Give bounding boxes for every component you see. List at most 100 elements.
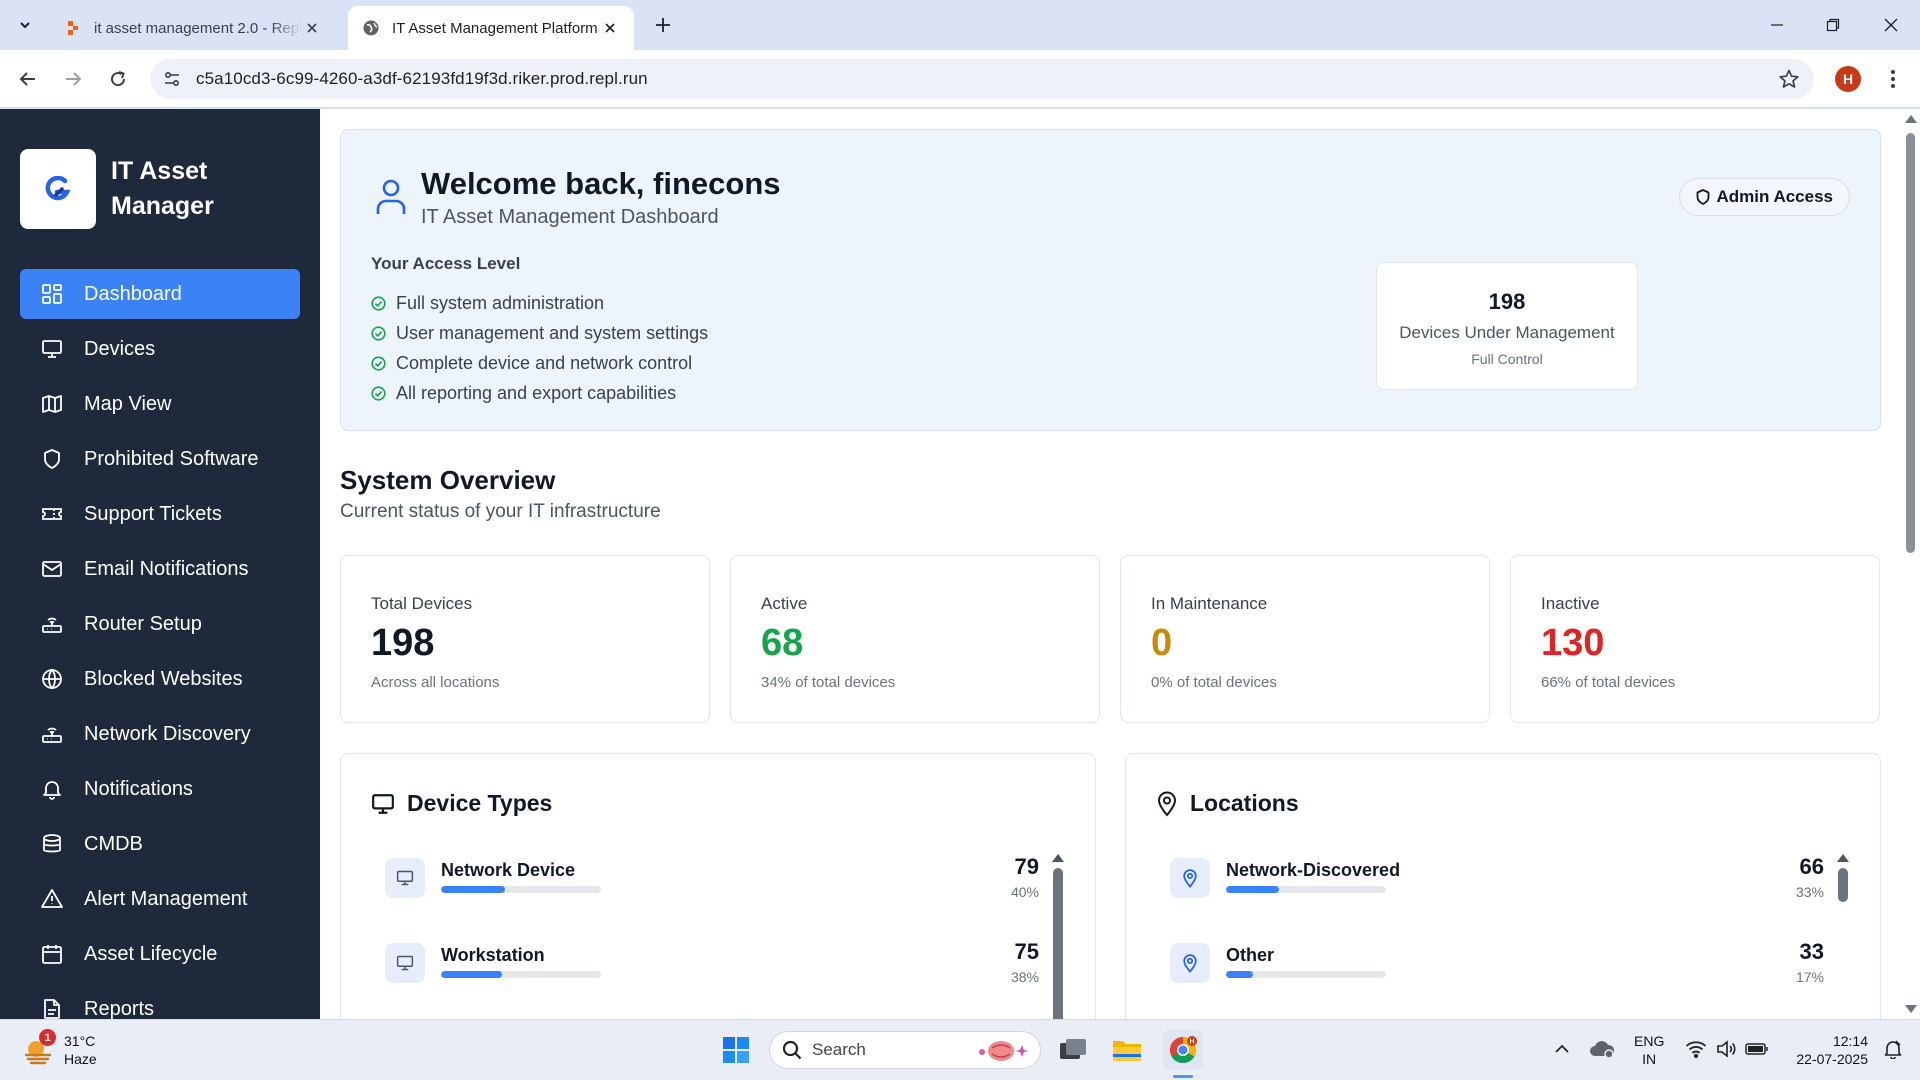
sidebar-item-email-notifications[interactable]: Email Notifications bbox=[20, 544, 300, 594]
file-explorer-button[interactable] bbox=[1107, 1030, 1147, 1070]
sidebar-item-dashboard[interactable]: Dashboard bbox=[20, 269, 300, 319]
sidebar-item-reports[interactable]: Reports bbox=[20, 984, 300, 1019]
locations-title: Locations bbox=[1156, 790, 1299, 817]
windows-start-button[interactable] bbox=[716, 1030, 756, 1070]
task-view-button[interactable] bbox=[1053, 1030, 1093, 1070]
sidebar-item-router-setup[interactable]: Router Setup bbox=[20, 599, 300, 649]
item-name: Network-Discovered bbox=[1226, 860, 1401, 880]
more-vertical-icon bbox=[1891, 70, 1895, 88]
tab-search-button[interactable] bbox=[10, 11, 40, 39]
page-scrollbar[interactable] bbox=[1901, 109, 1920, 1019]
stat-card-active[interactable]: Active 68 34% of total devices bbox=[730, 555, 1100, 723]
language-indicator[interactable]: ENG IN bbox=[1634, 1032, 1664, 1068]
battery-button[interactable] bbox=[1744, 1034, 1770, 1064]
wifi-button[interactable] bbox=[1684, 1034, 1708, 1064]
address-bar[interactable]: c5a10cd3-6c99-4260-a3df-62193fd19f3d.rik… bbox=[150, 59, 1814, 99]
tab-it-asset-platform[interactable]: IT Asset Management Platform bbox=[348, 6, 634, 50]
brand-name: IT Asset Manager bbox=[111, 157, 214, 220]
sidebar-item-alert-management[interactable]: Alert Management bbox=[20, 874, 300, 924]
sidebar-item-notifications[interactable]: Notifications bbox=[20, 764, 300, 814]
stat-label: Inactive bbox=[1541, 594, 1600, 613]
weather-widget[interactable]: 1 31°C Haze bbox=[22, 1029, 97, 1068]
back-button[interactable] bbox=[13, 64, 43, 94]
scrollbar-thumb[interactable] bbox=[1053, 868, 1063, 1019]
close-window-button[interactable] bbox=[1876, 12, 1906, 38]
locations-panel: Locations Network-Discovered 66 33% Othe… bbox=[1125, 753, 1881, 1019]
close-tab-icon[interactable] bbox=[302, 18, 322, 38]
bookmark-star-icon[interactable] bbox=[1778, 68, 1800, 95]
monitor-icon bbox=[385, 943, 425, 983]
router-icon bbox=[40, 722, 64, 746]
stat-card-total-devices[interactable]: Total Devices 198 Across all locations bbox=[340, 555, 710, 723]
profile-avatar[interactable]: H bbox=[1835, 66, 1861, 92]
managed-note: Full Control bbox=[1471, 351, 1543, 367]
device-types-panel: Device Types Network Device 79 40% Works… bbox=[340, 753, 1096, 1019]
notification-center-button[interactable] bbox=[1880, 1034, 1906, 1064]
progress-fill bbox=[1226, 971, 1254, 978]
show-hidden-icons-button[interactable] bbox=[1552, 1034, 1572, 1064]
stat-card-in-maintenance[interactable]: In Maintenance 0 0% of total devices bbox=[1120, 555, 1490, 723]
list-item[interactable]: Workstation 75 38% bbox=[371, 939, 1039, 1019]
arrow-right-icon bbox=[66, 72, 82, 86]
minimize-icon bbox=[1771, 24, 1783, 26]
chrome-taskbar-button[interactable]: H bbox=[1163, 1030, 1203, 1070]
sidebar: IT Asset Manager Dashboard Devices Map V… bbox=[0, 109, 320, 1019]
reload-button[interactable] bbox=[103, 64, 133, 94]
sidebar-item-blocked-websites[interactable]: Blocked Websites bbox=[20, 654, 300, 704]
site-info-icon[interactable] bbox=[152, 59, 192, 99]
scrollbar-thumb[interactable] bbox=[1906, 133, 1915, 553]
browser-menu-button[interactable] bbox=[1880, 66, 1906, 92]
welcome-card: Welcome back, finecons IT Asset Manageme… bbox=[340, 129, 1881, 431]
sidebar-item-label: Alert Management bbox=[84, 887, 248, 910]
weather-temp: 31°C bbox=[64, 1033, 96, 1049]
access-item: User management and system settings bbox=[371, 318, 708, 348]
panel-scrollbar[interactable] bbox=[1052, 854, 1064, 1019]
tab-title: IT Asset Management Platform bbox=[392, 19, 598, 37]
stat-card-inactive[interactable]: Inactive 130 66% of total devices bbox=[1510, 555, 1880, 723]
search-placeholder: Search bbox=[812, 1040, 866, 1059]
sidebar-item-cmdb[interactable]: CMDB bbox=[20, 819, 300, 869]
scroll-up-arrow-icon[interactable] bbox=[1905, 115, 1917, 123]
user-icon bbox=[375, 178, 407, 221]
sidebar-item-support-tickets[interactable]: Support Tickets bbox=[20, 489, 300, 539]
list-item[interactable]: Other 33 17% bbox=[1156, 939, 1824, 1019]
sidebar-item-prohibited-software[interactable]: Prohibited Software bbox=[20, 434, 300, 484]
item-percent: 38% bbox=[1010, 969, 1039, 985]
list-item[interactable]: Network Device 79 40% bbox=[371, 854, 1039, 939]
brand[interactable]: IT Asset Manager bbox=[20, 149, 251, 229]
sidebar-nav: Dashboard Devices Map View Prohibited So… bbox=[20, 269, 300, 1019]
scroll-up-arrow-icon[interactable] bbox=[1837, 854, 1849, 862]
sidebar-item-map-view[interactable]: Map View bbox=[20, 379, 300, 429]
taskbar-search[interactable]: Search bbox=[769, 1031, 1041, 1069]
sidebar-item-devices[interactable]: Devices bbox=[20, 324, 300, 374]
list-item[interactable]: Network-Discovered 66 33% bbox=[1156, 854, 1824, 939]
panel-scrollbar[interactable] bbox=[1837, 854, 1849, 1019]
folder-icon bbox=[1113, 1041, 1141, 1061]
scroll-down-arrow-icon[interactable] bbox=[1905, 1005, 1917, 1013]
forward-button[interactable] bbox=[58, 64, 88, 94]
lang-top: ENG bbox=[1634, 1033, 1665, 1049]
clock-time: 12:14 bbox=[1832, 1033, 1868, 1049]
weather-desc: Haze bbox=[64, 1051, 97, 1067]
scrollbar-thumb[interactable] bbox=[1838, 868, 1848, 902]
access-item-text: All reporting and export capabilities bbox=[396, 382, 677, 403]
weather-haze-icon: 1 bbox=[22, 1029, 56, 1067]
item-percent: 33% bbox=[1795, 884, 1824, 900]
device-types-list: Network Device 79 40% Workstation 75 38% bbox=[371, 854, 1039, 1019]
restore-button[interactable] bbox=[1818, 12, 1848, 38]
stat-label: Total Devices bbox=[371, 594, 473, 613]
stat-label: In Maintenance bbox=[1151, 594, 1268, 613]
volume-button[interactable] bbox=[1714, 1034, 1738, 1064]
new-tab-button[interactable] bbox=[650, 12, 676, 38]
sidebar-item-network-discovery[interactable]: Network Discovery bbox=[20, 709, 300, 759]
close-tab-icon[interactable] bbox=[600, 18, 620, 38]
scroll-up-arrow-icon[interactable] bbox=[1052, 854, 1064, 862]
minimize-button[interactable] bbox=[1762, 12, 1792, 38]
system-clock[interactable]: 12:14 22-07-2025 bbox=[1788, 1032, 1868, 1068]
map-pin-icon bbox=[1156, 791, 1178, 817]
sidebar-item-label: Dashboard bbox=[84, 282, 182, 305]
tab-replit[interactable]: it asset management 2.0 - Replit bbox=[50, 6, 336, 50]
sidebar-item-asset-lifecycle[interactable]: Asset Lifecycle bbox=[20, 929, 300, 979]
sidebar-item-label: Support Tickets bbox=[84, 502, 222, 525]
onedrive-button[interactable] bbox=[1588, 1034, 1616, 1064]
